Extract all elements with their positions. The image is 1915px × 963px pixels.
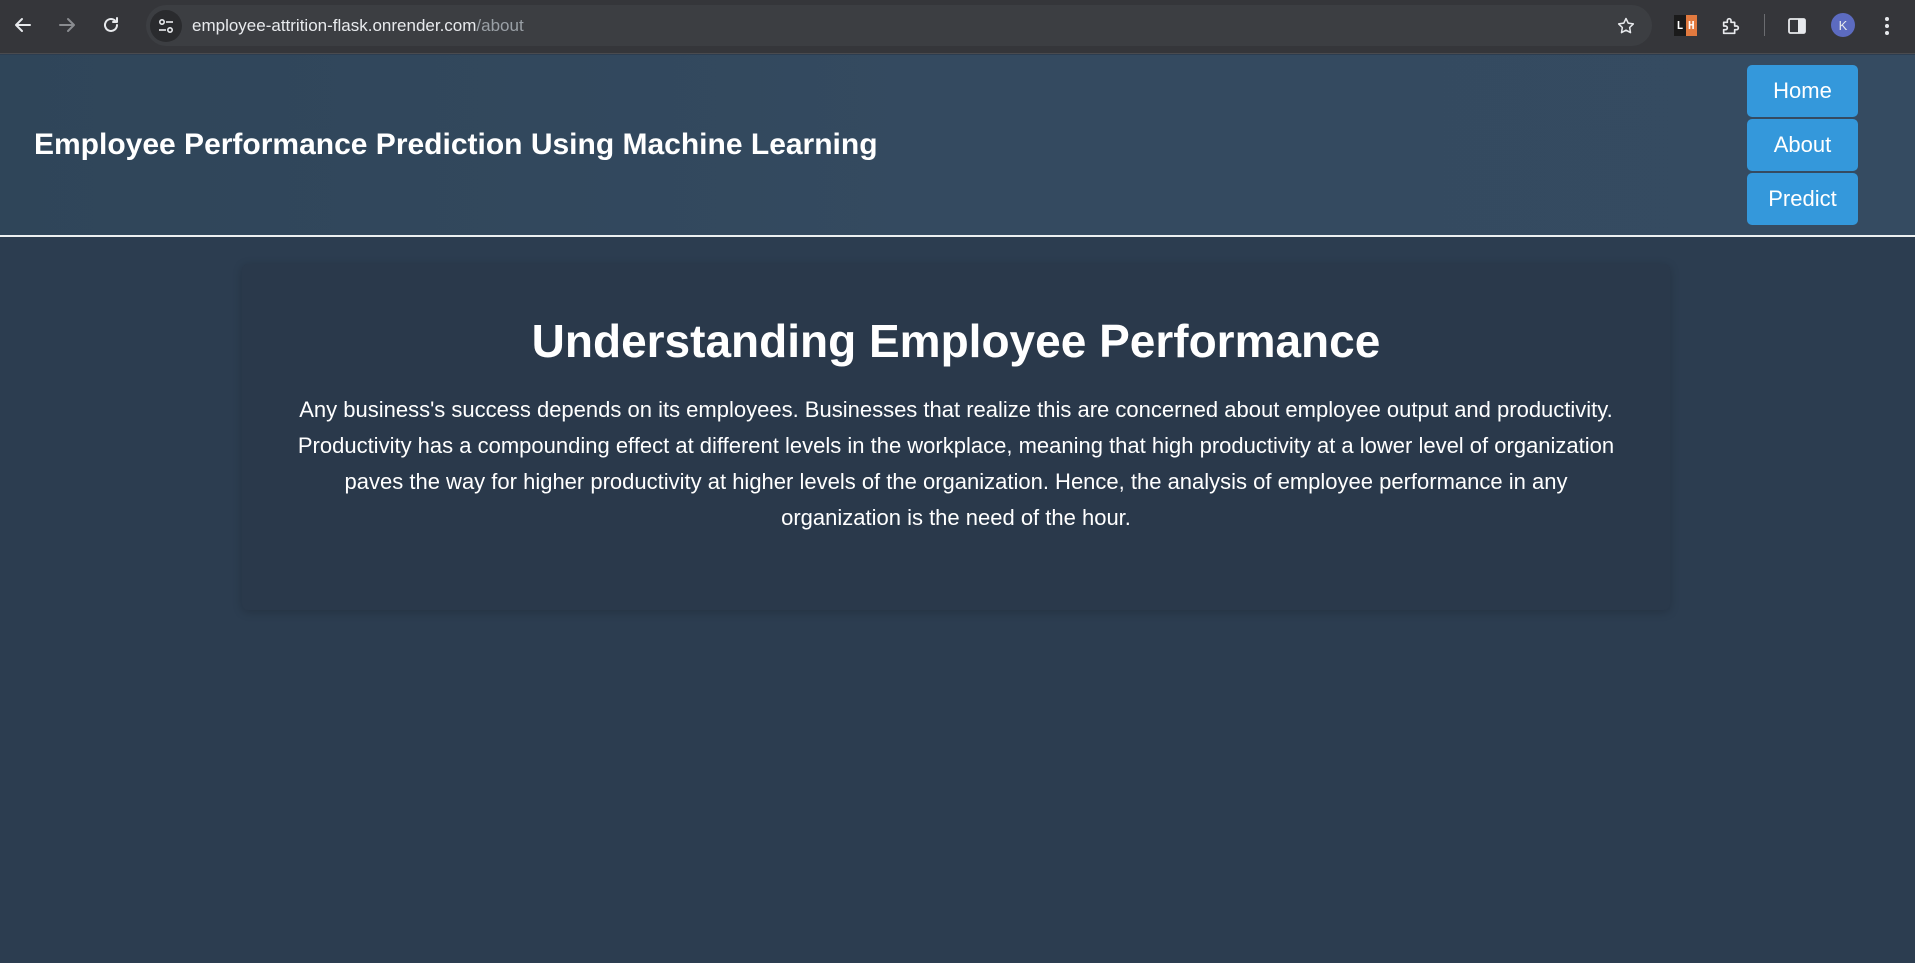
extensions-icon[interactable] bbox=[1718, 13, 1744, 39]
url-text[interactable]: employee-attrition-flask.onrender.com/ab… bbox=[192, 5, 524, 46]
page-heading: Understanding Employee Performance bbox=[531, 315, 1381, 367]
forward-arrow-icon[interactable] bbox=[52, 10, 82, 40]
address-bar[interactable]: employee-attrition-flask.onrender.com/ab… bbox=[146, 5, 1652, 46]
toolbar-separator bbox=[1764, 14, 1765, 36]
url-host: employee-attrition-flask.onrender.com bbox=[192, 16, 477, 35]
main-nav: Home About Predict bbox=[1747, 65, 1858, 227]
side-panel-icon[interactable] bbox=[1784, 13, 1810, 39]
nav-about-button[interactable]: About bbox=[1747, 119, 1858, 171]
lh-left-letter: L bbox=[1676, 19, 1684, 32]
nav-home-button[interactable]: Home bbox=[1747, 65, 1858, 117]
site-settings-icon[interactable] bbox=[150, 10, 182, 42]
site-header: Employee Performance Prediction Using Ma… bbox=[0, 55, 1915, 237]
browser-toolbar: employee-attrition-flask.onrender.com/ab… bbox=[0, 0, 1915, 54]
about-card: Understanding Employee Performance Any b… bbox=[242, 264, 1670, 610]
lh-right-letter: H bbox=[1685, 15, 1697, 36]
reload-icon[interactable] bbox=[96, 10, 126, 40]
site-title: Employee Performance Prediction Using Ma… bbox=[34, 128, 878, 161]
nav-predict-button[interactable]: Predict bbox=[1747, 173, 1858, 225]
profile-avatar[interactable]: K bbox=[1831, 13, 1855, 37]
more-menu-icon[interactable] bbox=[1877, 13, 1897, 39]
about-paragraph: Any business's success depends on its em… bbox=[297, 397, 1615, 530]
lighthouse-extension-icon[interactable]: L H bbox=[1674, 15, 1697, 36]
back-arrow-icon[interactable] bbox=[8, 10, 38, 40]
url-path: /about bbox=[476, 16, 524, 35]
star-icon[interactable] bbox=[1614, 14, 1638, 38]
